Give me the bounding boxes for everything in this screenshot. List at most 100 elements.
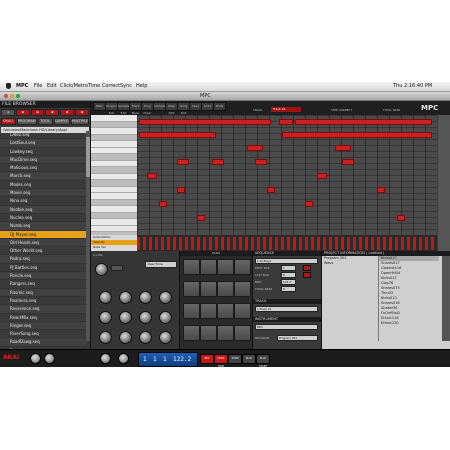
- file-list-item[interactable]: Malicious.seq: [0, 164, 86, 173]
- drum-pad[interactable]: [183, 303, 200, 319]
- file-list-item[interactable]: RewrtMix.seq: [0, 314, 86, 322]
- file-list-item[interactable]: RiverSong.seq: [0, 330, 86, 339]
- menu-edit[interactable]: Edit: [47, 83, 57, 89]
- note-event[interactable]: [247, 145, 263, 151]
- drive-button-2[interactable]: ▪: [15, 109, 30, 116]
- filter-sample-button[interactable]: SAMPLE: [53, 118, 70, 125]
- sequence-toggle-2[interactable]: [303, 272, 311, 278]
- toggle-button[interactable]: [111, 265, 123, 271]
- qlink-knob-9[interactable]: [99, 331, 112, 344]
- stop-button[interactable]: STOP: [228, 354, 242, 364]
- note-event[interactable]: [267, 187, 275, 193]
- menu-time-correct[interactable]: Time Correct: [88, 83, 120, 89]
- file-list-item[interactable]: Ringer.seq: [0, 321, 86, 331]
- drum-pad[interactable]: [217, 325, 234, 341]
- file-list-item[interactable]: Other World.seq: [0, 247, 86, 256]
- file-list-scrollbar[interactable]: [86, 131, 90, 341]
- qlink-knob-2[interactable]: [119, 291, 132, 304]
- drive-button-1[interactable]: ◂: [1, 109, 15, 116]
- drive-button-5[interactable]: ▪: [60, 109, 75, 116]
- drum-pad[interactable]: [200, 303, 217, 319]
- file-list-item[interactable]: Nuclea.seq: [0, 214, 86, 223]
- filter-small-button[interactable]: SMALL: [1, 118, 16, 125]
- menu-file[interactable]: File: [34, 83, 42, 89]
- drum-pad[interactable]: [217, 303, 234, 319]
- drum-pad[interactable]: [217, 259, 234, 275]
- transport-knob-2[interactable]: [118, 353, 129, 364]
- qlink-knob-4[interactable]: [159, 291, 172, 304]
- note-event[interactable]: [377, 187, 385, 193]
- note-event[interactable]: [342, 159, 354, 165]
- qlink-knob-1[interactable]: [99, 291, 112, 304]
- file-list-item[interactable]: Movie.seq: [0, 189, 86, 198]
- total-bars-field[interactable]: 8: [281, 286, 296, 292]
- mode-tab[interactable]: Prefs: [213, 102, 226, 111]
- program-select[interactable]: Program 001: [277, 335, 318, 341]
- project-program-item[interactable]: Wavs: [322, 261, 378, 266]
- drum-pad[interactable]: [234, 259, 251, 275]
- close-window-button[interactable]: [4, 94, 8, 98]
- menu-help[interactable]: Help: [136, 83, 147, 89]
- drum-pad[interactable]: [200, 281, 217, 297]
- file-list-item[interactable]: Lowkey.seq: [0, 148, 86, 156]
- apple-icon[interactable]: [6, 83, 11, 89]
- file-list-item[interactable]: Rangers.seq: [0, 280, 86, 289]
- drum-pad[interactable]: [217, 281, 234, 297]
- file-list-item[interactable]: Padra.seq: [0, 255, 86, 264]
- drum-pad[interactable]: [234, 325, 251, 341]
- drum-pad[interactable]: [183, 281, 200, 297]
- file-list-item[interactable]: Nino.seq: [0, 197, 86, 206]
- qlink-knob-7[interactable]: [139, 311, 152, 324]
- note-event[interactable]: [159, 201, 167, 207]
- filter-tool-button[interactable]: TOOL: [37, 118, 53, 125]
- note-event[interactable]: [197, 215, 205, 221]
- file-list-item[interactable]: Old Heads.seq: [0, 238, 86, 248]
- file-list-item[interactable]: Numb.seq: [0, 222, 86, 231]
- file-list-item[interactable]: Realness.seq: [0, 297, 86, 306]
- play-start-button[interactable]: PLAY START: [256, 354, 270, 367]
- note-event[interactable]: [177, 159, 189, 165]
- automation-item[interactable]: Note Var: [91, 245, 137, 250]
- minimize-window-button[interactable]: [10, 94, 14, 98]
- file-list-item[interactable]: Rasmic.seq: [0, 288, 86, 297]
- sequence-name-field[interactable]: 1:OJ Plays: [255, 258, 318, 264]
- drum-pad[interactable]: [183, 259, 200, 275]
- piano-keys[interactable]: [91, 115, 137, 245]
- note-event[interactable]: [317, 173, 327, 179]
- menu-click-metro[interactable]: Click/Metro: [60, 83, 88, 89]
- project-sample-item[interactable]: Ethnic130: [379, 321, 439, 326]
- scroll-thumb[interactable]: [86, 137, 90, 177]
- note-event[interactable]: [212, 159, 224, 165]
- velocity-bars[interactable]: [137, 237, 437, 250]
- drive-button-4[interactable]: ▪: [45, 109, 60, 116]
- note-event[interactable]: [147, 173, 157, 179]
- drum-pad[interactable]: [183, 325, 200, 341]
- file-list-item[interactable]: PJ Battles.seq: [0, 264, 86, 273]
- note-event[interactable]: [255, 159, 267, 165]
- qlink-knob-6[interactable]: [119, 311, 132, 324]
- qlink-knob-8[interactable]: [159, 311, 172, 324]
- bpm-field[interactable]: 122.2: [281, 279, 296, 285]
- track-selector[interactable]: Track 01: [271, 107, 301, 112]
- note-event[interactable]: [335, 145, 351, 151]
- file-list-item[interactable]: MacDime.seq: [0, 155, 86, 165]
- record-button[interactable]: REC: [200, 354, 214, 364]
- filter-program-button[interactable]: PROGRAM: [16, 118, 37, 125]
- loop-toggle[interactable]: [303, 265, 311, 271]
- file-list-item[interactable]: Poncle.seq: [0, 272, 86, 281]
- overdub-button[interactable]: OVER DUB: [214, 354, 228, 367]
- instrument-field[interactable]: MPC: [255, 324, 318, 330]
- file-list-item[interactable]: LostSoul.seq: [0, 139, 86, 148]
- qlink-knob-11[interactable]: [139, 331, 152, 344]
- filter-multiple-button[interactable]: MULTIPLE: [70, 118, 90, 125]
- qlink-knob-3[interactable]: [139, 291, 152, 304]
- note-event[interactable]: [139, 132, 216, 138]
- drum-pad[interactable]: [200, 325, 217, 341]
- drive-button-3[interactable]: ▪: [30, 109, 45, 116]
- qlink-knob-12[interactable]: [159, 331, 172, 344]
- qlink-knob-10[interactable]: [119, 331, 132, 344]
- note-grid[interactable]: [137, 115, 437, 235]
- drum-pad[interactable]: [200, 259, 217, 275]
- file-list-item[interactable]: March.seq: [0, 172, 86, 181]
- drum-pad[interactable]: [234, 303, 251, 319]
